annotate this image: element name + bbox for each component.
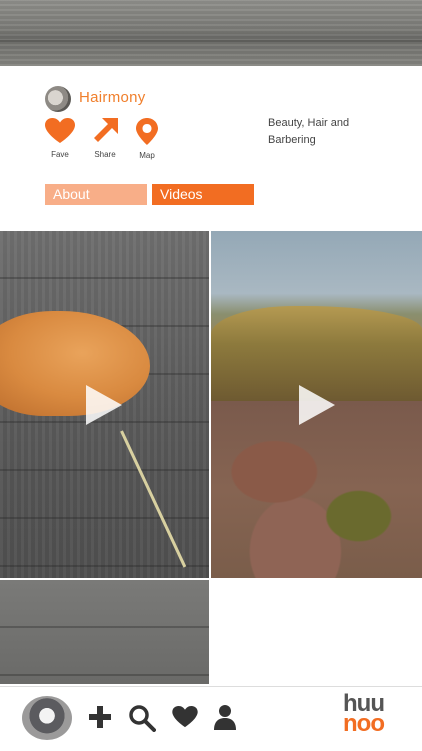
tab-videos[interactable]: Videos [152, 184, 254, 205]
add-icon[interactable] [88, 704, 112, 730]
heathland-image [211, 401, 422, 578]
fave-label: Fave [51, 150, 69, 159]
play-icon[interactable] [86, 385, 122, 425]
heart-icon [45, 118, 75, 143]
string-image [120, 430, 187, 568]
video-thumbnail[interactable] [211, 231, 422, 578]
huunoo-logo[interactable]: huu noo [343, 692, 385, 737]
share-arrow-icon [94, 118, 118, 142]
heart-icon[interactable] [172, 706, 198, 728]
profile-avatar[interactable] [45, 86, 71, 112]
share-label: Share [94, 150, 116, 159]
search-icon[interactable] [128, 704, 156, 732]
user-icon[interactable] [213, 704, 237, 730]
fave-button[interactable]: Fave [38, 118, 82, 159]
map-button[interactable]: Map [125, 118, 169, 160]
tab-about[interactable]: About [45, 184, 147, 205]
logo-line2: noo [343, 710, 385, 737]
video-thumbnail[interactable] [0, 231, 209, 578]
user-avatar[interactable] [22, 696, 72, 740]
play-icon[interactable] [299, 385, 335, 425]
map-label: Map [139, 151, 155, 160]
cat-image [0, 311, 150, 416]
business-category: Beauty, Hair and Barbering [268, 117, 350, 146]
video-thumbnail[interactable] [0, 580, 209, 684]
business-name: Hairmony [79, 89, 146, 106]
cover-image [0, 0, 422, 66]
share-button[interactable]: Share [83, 118, 127, 159]
map-pin-icon [136, 118, 158, 145]
